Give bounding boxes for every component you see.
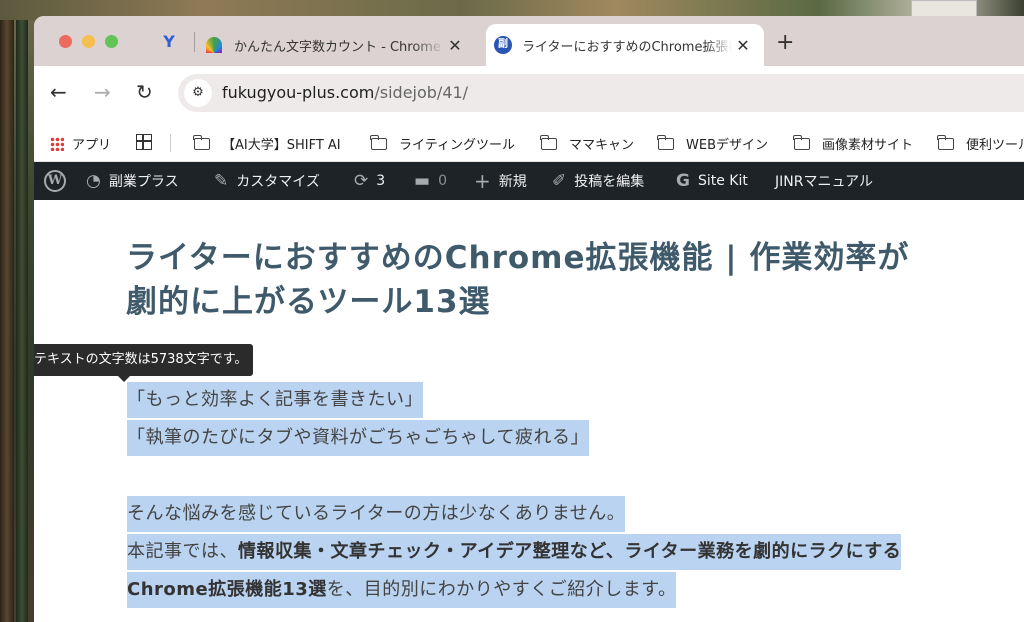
plus-icon: + — [474, 169, 491, 193]
jinr-manual-label: JINRマニュアル — [775, 174, 874, 190]
close-window-button[interactable] — [59, 35, 72, 48]
dashboard-icon: ◔ — [86, 171, 101, 191]
site-favicon-icon: 副 — [494, 36, 512, 54]
forward-arrow-icon[interactable]: → — [94, 80, 111, 104]
new-tab-button[interactable]: + — [776, 30, 794, 55]
background-tree — [16, 0, 28, 622]
edit-post-link[interactable]: ✐ 投稿を編集 — [552, 162, 644, 200]
bookmark-label: 【AI大学】SHIFT AI — [222, 138, 341, 153]
bookmark-label: ママキャン — [569, 138, 635, 153]
url-path: /sidejob/41/ — [374, 83, 469, 102]
comment-icon: ▬ — [414, 171, 431, 191]
bold-text-span: Chrome拡張機能13選 — [127, 579, 327, 600]
new-label: 新規 — [498, 174, 527, 190]
selected-text-line[interactable]: Chrome拡張機能13選を、目的別にわかりやすくご紹介します。 — [127, 572, 677, 608]
article-title: ライターにおすすめのChrome拡張機能 | 作業効率が 劇的に上がるツール13… — [126, 236, 1024, 324]
folder-icon — [540, 134, 557, 150]
wordpress-icon: W — [44, 170, 66, 192]
close-tab-icon[interactable]: ✕ — [732, 36, 754, 55]
google-g-icon: G — [676, 171, 690, 191]
pencil-icon: ✐ — [552, 171, 567, 191]
new-content-link[interactable]: + 新規 — [474, 162, 527, 200]
back-arrow-icon[interactable]: ← — [50, 80, 67, 104]
rainbow-favicon-icon — [206, 37, 222, 53]
selected-text-line[interactable]: そんな悩みを感じているライターの方は少なくありません。 — [127, 496, 626, 532]
pinned-tab-icon[interactable]: Y — [158, 32, 180, 52]
browser-toolbar: ← → ↻ ⚙ fukugyou-plus.com/sidejob/41/ — [34, 66, 1024, 122]
selected-text-line[interactable]: 「もっと効率よく記事を書きたい」 — [127, 382, 423, 418]
brush-icon: ✎ — [214, 171, 229, 191]
bookmark-label: WEBデザイン — [686, 138, 768, 153]
reload-icon[interactable]: ↻ — [136, 80, 153, 104]
browser-window: Y かんたん文字数カウント - Chrome ✕ 副 ライターにおすすめのChr… — [34, 16, 1024, 622]
title-line: ライターにおすすめのChrome拡張機能 | 作業効率が — [126, 240, 910, 276]
address-bar[interactable]: ⚙ fukugyou-plus.com/sidejob/41/ — [178, 74, 1024, 112]
site-kit-label: Site Kit — [697, 173, 748, 189]
bookmark-label: 便利ツール — [966, 138, 1024, 153]
title-line: 劇的に上がるツール13選 — [126, 284, 491, 320]
site-name-label: 副業プラス — [108, 174, 179, 190]
minimize-window-button[interactable] — [82, 35, 95, 48]
background-tree — [0, 0, 14, 622]
tab-groups-button[interactable] — [136, 134, 152, 150]
bookmark-folder-tools[interactable]: 便利ツール — [937, 134, 1024, 153]
bookmark-folder-web-design[interactable]: WEBデザイン — [657, 134, 768, 153]
selected-text-line[interactable]: 「執筆のたびにタブや資料がごちゃごちゃして疲れる」 — [127, 420, 589, 456]
updates-link[interactable]: ⟳ 3 — [354, 162, 385, 200]
customize-link[interactable]: ✎ カスタマイズ — [214, 162, 320, 200]
site-kit-link[interactable]: G Site Kit — [676, 162, 748, 200]
bookmark-folder-ai[interactable]: 【AI大学】SHIFT AI — [193, 134, 341, 153]
tab-strip: Y かんたん文字数カウント - Chrome ✕ 副 ライターにおすすめのChr… — [34, 16, 1024, 66]
updates-icon: ⟳ — [354, 171, 369, 191]
maximize-window-button[interactable] — [105, 35, 118, 48]
folder-icon — [793, 134, 810, 150]
text-span: 本記事では、 — [127, 541, 238, 562]
close-tab-icon[interactable]: ✕ — [444, 36, 466, 55]
apps-grid-icon — [50, 136, 64, 151]
folder-icon — [370, 134, 387, 150]
comments-count: 0 — [438, 173, 447, 189]
bookmark-folder-images[interactable]: 画像素材サイト — [793, 134, 914, 153]
customize-label: カスタマイズ — [236, 174, 320, 190]
page-content: ライターにおすすめのChrome拡張機能 | 作業効率が 劇的に上がるツール13… — [34, 200, 1024, 622]
tab-char-count[interactable]: かんたん文字数カウント - Chrome ✕ — [206, 24, 476, 66]
tab-title: かんたん文字数カウント - Chrome — [234, 39, 441, 55]
tab-title: ライターにおすすめのChrome拡張機能 — [522, 39, 732, 55]
folder-icon — [657, 134, 674, 150]
bookmark-label: 画像素材サイト — [822, 138, 914, 153]
bookmark-label: ライティングツール — [399, 138, 515, 153]
bookmark-folder-mamacan[interactable]: ママキャン — [540, 134, 635, 153]
url-host: fukugyou-plus.com — [222, 83, 375, 102]
site-settings-icon[interactable]: ⚙ — [184, 79, 212, 107]
bookmark-apps[interactable]: アプリ — [50, 134, 111, 153]
bookmark-label: アプリ — [72, 138, 112, 153]
selected-text-line[interactable]: 本記事では、情報収集・文章チェック・アイデア整理など、ライター業務を劇的にラクに… — [127, 534, 902, 570]
wordpress-logo-button[interactable]: W — [44, 162, 66, 200]
site-name-link[interactable]: ◔ 副業プラス — [86, 162, 179, 200]
jinr-manual-link[interactable]: JINRマニュアル — [775, 162, 873, 200]
updates-count: 3 — [376, 173, 386, 189]
url-text[interactable]: fukugyou-plus.com/sidejob/41/ — [222, 83, 468, 102]
wp-admin-bar: W ◔ 副業プラス ✎ カスタマイズ ⟳ 3 ▬ 0 + 新規 ✐ 投稿を編集 … — [34, 162, 1024, 200]
tab-article-active[interactable]: 副 ライターにおすすめのChrome拡張機能 ✕ — [486, 24, 764, 66]
bold-text-span: 情報収集・文章チェック・アイデア整理など、ライター業務を劇的にラクにする — [238, 541, 902, 562]
char-count-tooltip: テキストの文字数は5738文字です。 — [34, 344, 254, 382]
edit-post-label: 投稿を編集 — [574, 174, 645, 190]
comments-link[interactable]: ▬ 0 — [414, 162, 447, 200]
text-span: を、目的別にわかりやすくご紹介します。 — [326, 579, 677, 600]
bookmarks-bar: アプリ 【AI大学】SHIFT AI ライティングツール ママキャン WEBデザ… — [34, 122, 1024, 162]
folder-icon — [193, 134, 210, 150]
tab-divider — [194, 32, 195, 52]
folder-icon — [937, 134, 954, 150]
grid-icon — [136, 134, 152, 150]
bookmark-folder-writing[interactable]: ライティングツール — [370, 134, 515, 153]
bookmark-divider — [170, 134, 171, 152]
